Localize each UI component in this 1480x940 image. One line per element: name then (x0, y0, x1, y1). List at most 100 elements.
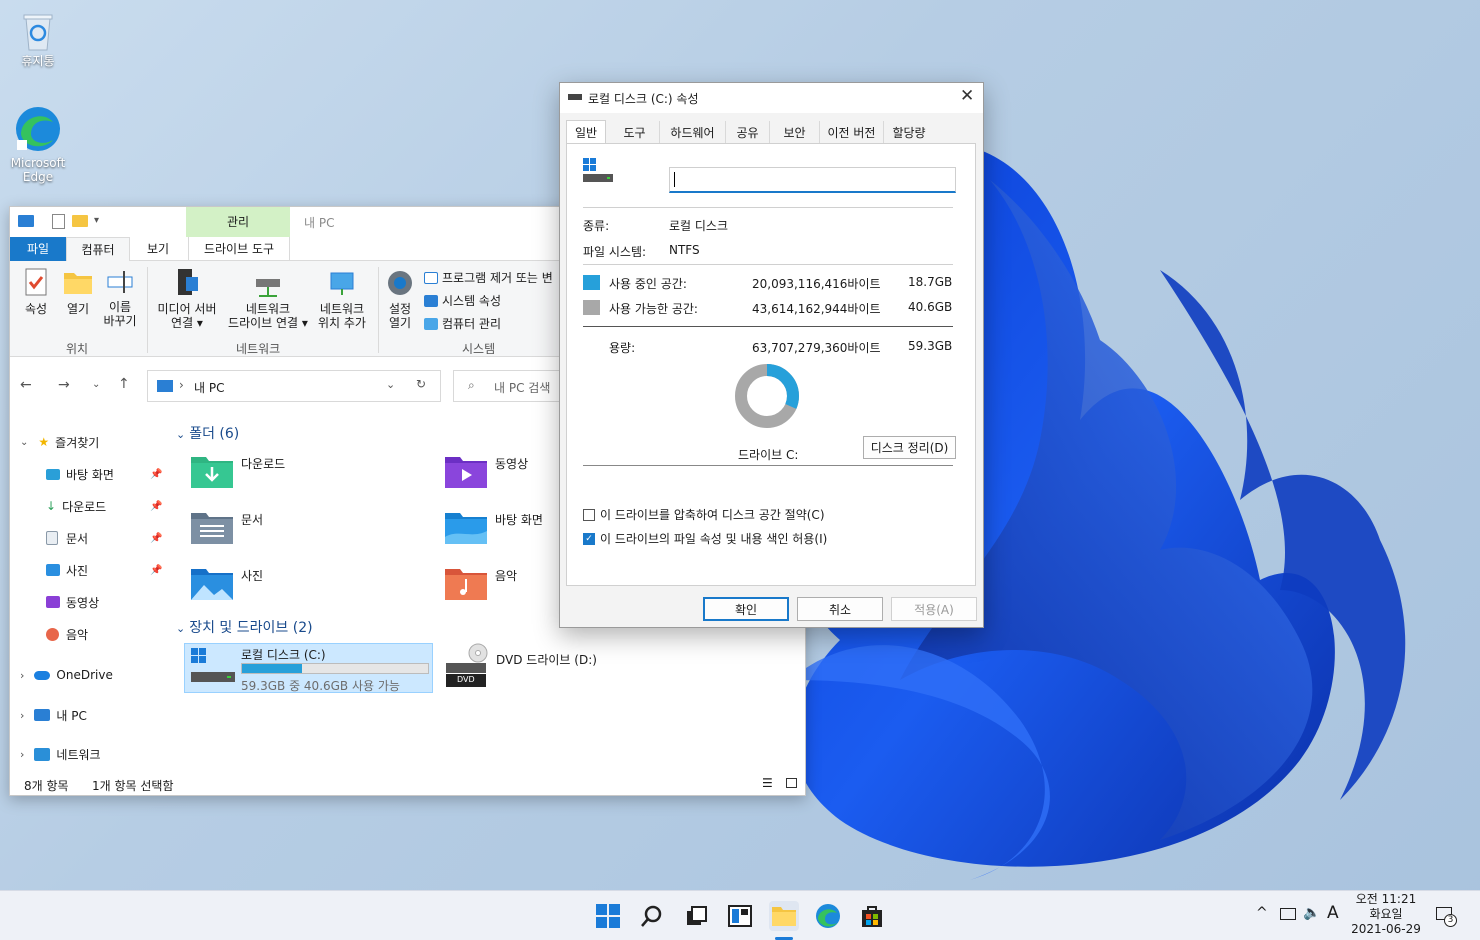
clock[interactable]: 오전 11:21 화요일 2021-06-29 (1344, 891, 1428, 939)
map-network-drive-button[interactable]: 네트워크 드라이브 연결 ▾ (222, 267, 314, 330)
folder-documents[interactable]: 문서 (190, 509, 263, 545)
compress-label: 이 드라이브를 압축하여 디스크 공간 절약(C) (600, 508, 825, 522)
expand-chevron-icon[interactable]: ⌄ (20, 437, 28, 448)
network-status-icon[interactable] (1280, 908, 1296, 920)
drive-c-tile[interactable]: 로컬 디스크 (C:) 59.3GB 중 40.6GB 사용 가능 (184, 643, 433, 693)
properties-button[interactable]: 속성 (20, 267, 52, 317)
widgets-button[interactable] (725, 901, 755, 931)
volume-label-input[interactable] (669, 167, 956, 193)
address-pc-icon (157, 380, 173, 392)
tab-security[interactable]: 보안 (770, 121, 820, 143)
pin-icon[interactable]: 📌 (150, 469, 162, 480)
nav-item-desktop[interactable]: 바탕 화면 📌 (46, 463, 166, 485)
nav-item-downloads[interactable]: ↓ 다운로드 📌 (46, 495, 166, 517)
task-view-button[interactable] (681, 901, 711, 931)
group-collapse-icon[interactable]: ⌄ (176, 622, 185, 635)
rename-button[interactable]: 이름 바꾸기 (102, 267, 138, 328)
add-network-location-label-1: 네트워크 (319, 302, 365, 316)
compress-checkbox[interactable] (583, 508, 595, 521)
pin-icon[interactable]: 📌 (150, 565, 162, 576)
back-button[interactable]: ← (20, 377, 32, 393)
store-taskbar-button[interactable] (857, 901, 887, 931)
address-bar[interactable]: › 내 PC ⌄ ↻ (147, 370, 441, 402)
folder-desktop[interactable]: 바탕 화면 (444, 509, 543, 545)
tab-previous-versions[interactable]: 이전 버전 (820, 121, 884, 143)
forward-button[interactable]: → (58, 377, 70, 393)
disk-cleanup-button[interactable]: 디스크 정리(D) (863, 436, 956, 459)
this-pc-icon (34, 709, 51, 721)
notification-center-button[interactable]: 3 (1436, 905, 1457, 927)
index-checkbox-checked-icon[interactable]: ✓ (583, 532, 595, 545)
up-button[interactable]: ↑ (118, 376, 130, 392)
group-collapse-icon[interactable]: ⌄ (176, 428, 185, 441)
apply-button[interactable]: 적용(A) (891, 597, 977, 621)
tab-drive-tools[interactable]: 드라이브 도구 (188, 237, 290, 261)
close-icon[interactable]: ✕ (960, 86, 974, 106)
tab-hardware[interactable]: 하드웨어 (660, 121, 726, 143)
folder-pictures[interactable]: 사진 (190, 565, 263, 601)
index-drive-option[interactable]: ✓ 이 드라이브의 파일 속성 및 내용 색인 허용(I) (583, 530, 827, 547)
collapse-chevron-icon[interactable]: › (20, 669, 24, 682)
show-hidden-icons-chevron-icon[interactable]: ^ (1256, 905, 1268, 921)
tab-quota[interactable]: 할당량 (884, 121, 934, 143)
volume-icon[interactable]: 🔈 (1303, 905, 1320, 921)
status-item-count: 8개 항목 (24, 779, 69, 793)
nav-item-music[interactable]: 음악 (46, 623, 88, 645)
large-icons-view-icon[interactable] (786, 778, 797, 788)
folder-music[interactable]: 음악 (444, 565, 517, 601)
compress-drive-option[interactable]: 이 드라이브를 압축하여 디스크 공간 절약(C) (583, 506, 825, 523)
pin-icon[interactable]: 📌 (150, 533, 162, 544)
cancel-button[interactable]: 취소 (797, 597, 883, 621)
separator (583, 326, 953, 327)
nav-item-videos[interactable]: 동영상 (46, 591, 99, 613)
nav-quick-access[interactable]: ⌄ ★ 즐겨찾기 (20, 431, 99, 453)
folders-group-header[interactable]: ⌄ 폴더 (6) (176, 423, 239, 443)
refresh-icon[interactable]: ↻ (416, 377, 426, 391)
pin-icon[interactable]: 📌 (150, 501, 162, 512)
computer-management-button[interactable]: 컴퓨터 관리 (424, 315, 501, 332)
nav-item-documents[interactable]: 문서 📌 (46, 527, 166, 549)
system-properties-button[interactable]: 시스템 속성 (424, 292, 501, 309)
drive-title-icon (568, 94, 582, 100)
folder-downloads[interactable]: 다운로드 (190, 453, 285, 489)
ime-indicator[interactable]: A (1327, 903, 1339, 923)
drives-group-header[interactable]: ⌄ 장치 및 드라이브 (2) (176, 617, 313, 637)
download-arrow-icon: ↓ (46, 499, 57, 513)
tab-view[interactable]: 보기 (130, 237, 186, 261)
recycle-bin-shortcut[interactable]: 휴지통 (6, 12, 70, 68)
start-button[interactable] (593, 901, 623, 931)
edge-shortcut[interactable]: Microsoft Edge (6, 104, 70, 184)
nav-item-pictures[interactable]: 사진 📌 (46, 559, 166, 581)
filesystem-value: NTFS (669, 243, 700, 257)
details-view-icon[interactable]: ☰ (762, 776, 773, 790)
open-settings-button[interactable]: 설정 열기 (382, 267, 418, 330)
folder-videos[interactable]: 동영상 (444, 453, 528, 489)
tab-general[interactable]: 일반 (566, 120, 606, 144)
media-server-button[interactable]: 미디어 서버 연결 ▾ (152, 267, 222, 330)
collapse-chevron-icon[interactable]: › (20, 748, 24, 761)
new-folder-qat-icon[interactable] (72, 215, 88, 227)
address-text: 내 PC (194, 381, 225, 395)
drive-d-name: DVD 드라이브 (D:) (496, 653, 597, 667)
tab-computer[interactable]: 컴퓨터 (66, 237, 130, 262)
add-network-location-button[interactable]: 네트워크 위치 추가 (312, 267, 372, 330)
collapse-chevron-icon[interactable]: › (20, 709, 24, 722)
recent-locations-button[interactable]: ⌄ (92, 379, 100, 390)
tab-file[interactable]: 파일 (10, 237, 66, 261)
open-button[interactable]: 열기 (60, 267, 96, 317)
drive-d-tile[interactable]: DVD DVD 드라이브 (D:) (444, 643, 597, 689)
nav-network[interactable]: › 네트워크 (20, 743, 101, 765)
videos-icon (46, 596, 60, 608)
qat-dropdown-icon[interactable]: ▾ (94, 215, 99, 226)
nav-this-pc[interactable]: › 내 PC (20, 704, 87, 726)
edge-taskbar-button[interactable] (813, 901, 843, 931)
nav-onedrive[interactable]: › OneDrive (20, 664, 113, 686)
tab-sharing[interactable]: 공유 (726, 121, 770, 143)
search-button[interactable] (637, 901, 667, 931)
address-dropdown-icon[interactable]: ⌄ (386, 378, 395, 391)
tab-tools[interactable]: 도구 (610, 121, 660, 143)
uninstall-program-button[interactable]: 프로그램 제거 또는 변 (424, 269, 553, 286)
ok-button[interactable]: 확인 (703, 597, 789, 621)
file-explorer-taskbar-button[interactable] (769, 901, 799, 931)
properties-qat-icon[interactable] (52, 214, 65, 229)
